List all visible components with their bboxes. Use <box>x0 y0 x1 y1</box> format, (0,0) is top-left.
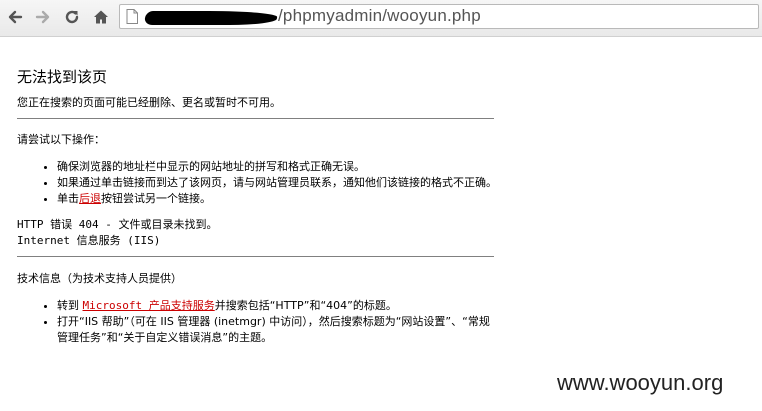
reload-icon[interactable] <box>61 6 83 28</box>
divider <box>17 118 494 119</box>
page-icon <box>126 9 138 28</box>
back-suffix: 按钮尝试另一个链接。 <box>101 192 211 205</box>
page-title: 无法找到该页 <box>17 68 108 86</box>
tech-item-suffix: 并搜索包括“HTTP”和“404”的标题。 <box>214 299 397 312</box>
watermark: www.wooyun.org <box>557 370 724 395</box>
divider <box>17 256 494 257</box>
error-page-content: 无法找到该页 您正在搜索的页面可能已经删除、更名或暂时不可用。 请尝试以下操作：… <box>17 40 497 346</box>
suggestion-item-back: 单击后退按钮尝试另一个链接。 <box>57 191 497 207</box>
error-message: 您正在搜索的页面可能已经删除、更名或暂时不可用。 <box>17 96 281 109</box>
try-heading: 请尝试以下操作： <box>17 133 105 146</box>
support-link[interactable]: Microsoft 产品支持服务 <box>83 299 215 312</box>
suggestion-item: 确保浏览器的地址栏中显示的网站地址的拼写和格式正确无误。 <box>57 159 497 175</box>
tech-item: 打开“IIS 帮助”（可在 IIS 管理器 (inetmgr) 中访问），然后搜… <box>57 314 497 346</box>
back-prefix: 单击 <box>57 192 79 205</box>
home-icon[interactable] <box>90 6 112 28</box>
server-line: Internet 信息服务 (IIS) <box>17 234 161 247</box>
forward-arrow-icon[interactable] <box>32 6 54 28</box>
address-bar[interactable]: /phpmyadmin/wooyun.php <box>119 4 759 29</box>
tech-heading: 技术信息（为技术支持人员提供） <box>17 272 182 285</box>
suggestion-item: 如果通过单击链接而到达了该网页，请与网站管理员联系，通知他们该链接的格式不正确。 <box>57 175 497 191</box>
suggestion-list: 确保浏览器的地址栏中显示的网站地址的拼写和格式正确无误。 如果通过单击链接而到达… <box>17 159 497 207</box>
back-arrow-icon[interactable] <box>4 6 26 28</box>
browser-toolbar: /phpmyadmin/wooyun.php <box>0 0 762 37</box>
tech-item: 转到 Microsoft 产品支持服务并搜索包括“HTTP”和“404”的标题。 <box>57 298 497 314</box>
http-error-line: HTTP 错误 404 - 文件或目录未找到。 <box>17 218 218 231</box>
error-code-block: HTTP 错误 404 - 文件或目录未找到。 Internet 信息服务 (I… <box>17 217 497 249</box>
tech-item-prefix: 转到 <box>57 299 83 312</box>
back-link[interactable]: 后退 <box>79 192 101 205</box>
url-path: /phpmyadmin/wooyun.php <box>278 6 481 25</box>
redacted-host <box>143 11 279 25</box>
tech-list: 转到 Microsoft 产品支持服务并搜索包括“HTTP”和“404”的标题。… <box>17 298 497 346</box>
